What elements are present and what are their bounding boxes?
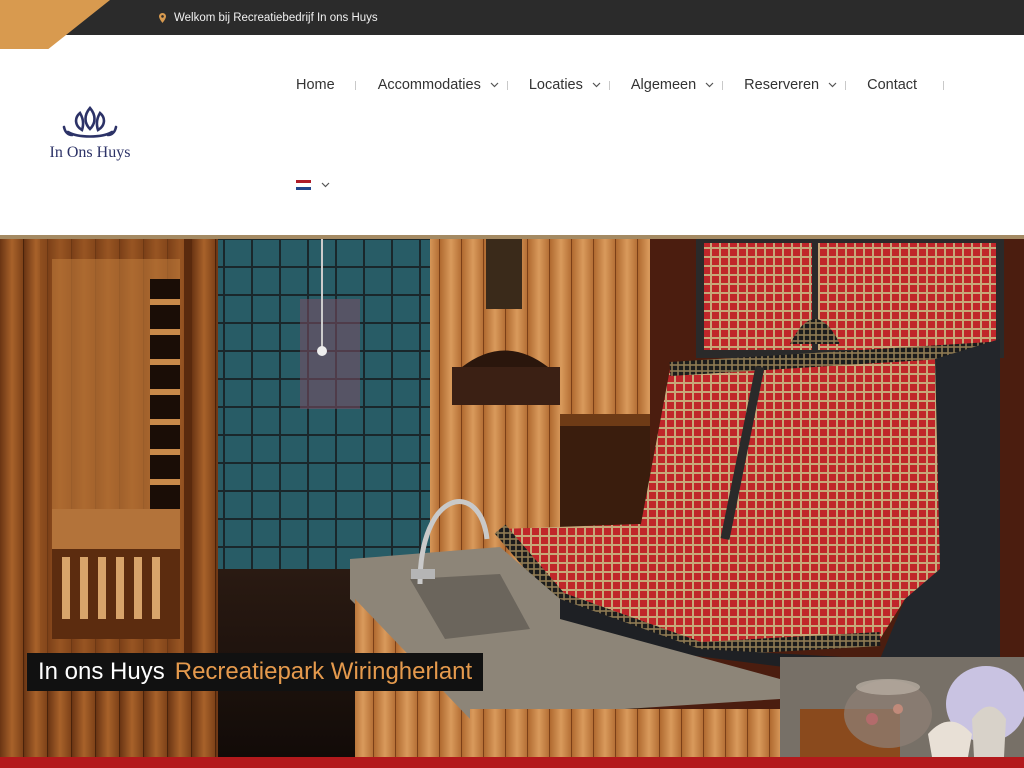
lotus-logo-icon bbox=[62, 106, 118, 138]
chevron-down-icon bbox=[705, 82, 714, 88]
welcome-text: Welkom bij Recreatiebedrijf In ons Huys bbox=[174, 11, 378, 24]
welcome-message: Welkom bij Recreatiebedrijf In ons Huys bbox=[159, 0, 378, 35]
nav-item-label: Algemeen bbox=[630, 77, 697, 93]
nav-separator bbox=[506, 80, 508, 90]
nl-flag-icon bbox=[296, 180, 311, 190]
chevron-down-icon bbox=[592, 82, 601, 88]
nav-item-label: Accommodaties bbox=[377, 77, 481, 93]
nav-item-algemeen[interactable]: Algemeen bbox=[631, 74, 714, 96]
chevron-down-icon bbox=[828, 82, 837, 88]
hero-caption-title: In ons Huys bbox=[38, 658, 165, 685]
nav-item-home[interactable]: Home bbox=[296, 74, 335, 96]
site-logo[interactable]: In Ons Huys bbox=[40, 105, 140, 165]
logo-text: In Ons Huys bbox=[49, 144, 131, 161]
nav-item-label: Locaties bbox=[528, 77, 583, 93]
nav-separator bbox=[943, 80, 945, 90]
chevron-down-icon bbox=[490, 82, 499, 88]
nav-item-label: Reserveren bbox=[744, 77, 820, 93]
nav-separator bbox=[722, 80, 724, 90]
top-bar: Welkom bij Recreatiebedrijf In ons Huys bbox=[0, 0, 1024, 35]
nav-separator bbox=[608, 80, 610, 90]
nav-item-reserveren[interactable]: Reserveren bbox=[744, 74, 837, 96]
chevron-down-icon bbox=[321, 182, 330, 188]
nav-item-contact[interactable]: Contact bbox=[867, 74, 917, 96]
nav-separator bbox=[845, 80, 847, 90]
nav-item-label: Home bbox=[296, 77, 335, 93]
nav-item-accommodaties[interactable]: Accommodaties bbox=[378, 74, 499, 96]
map-pin-icon bbox=[159, 12, 166, 23]
main-navigation: Home Accommodaties Locaties Algemeen Res… bbox=[296, 74, 945, 96]
nav-item-label: Contact bbox=[867, 77, 918, 93]
nav-separator bbox=[354, 80, 356, 90]
hero-caption-subtitle: Recreatiepark Wiringherlant bbox=[174, 658, 473, 685]
site-header bbox=[0, 35, 1024, 235]
language-switcher[interactable] bbox=[296, 180, 330, 190]
hero-caption: In ons Huys Recreatiepark Wiringherlant bbox=[27, 653, 484, 691]
nav-item-locaties[interactable]: Locaties bbox=[529, 74, 601, 96]
hero-bottom-bar bbox=[0, 757, 1024, 768]
